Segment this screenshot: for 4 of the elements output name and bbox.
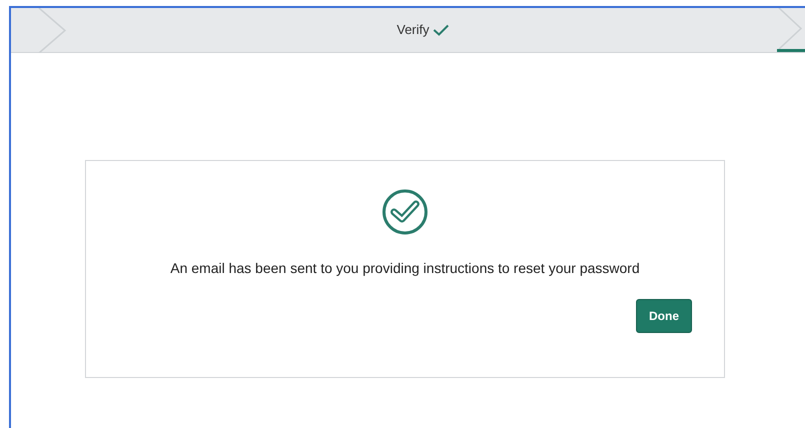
check-circle-icon (381, 188, 429, 236)
done-button[interactable]: Done (636, 299, 692, 333)
confirmation-message: An email has been sent to you providing instructions to reset your password (170, 259, 640, 278)
step-label: Verify (396, 21, 430, 40)
